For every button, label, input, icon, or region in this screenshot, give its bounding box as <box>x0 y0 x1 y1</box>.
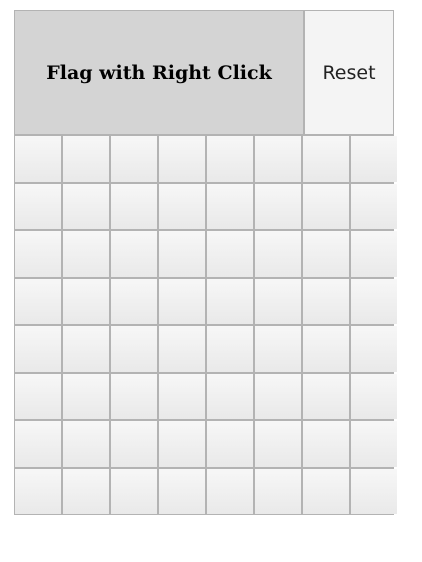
grid-cell[interactable] <box>15 326 61 372</box>
grid-cell[interactable] <box>303 373 349 419</box>
grid-cell[interactable] <box>63 468 109 514</box>
grid-cell[interactable] <box>111 373 157 419</box>
grid-cell[interactable] <box>63 278 109 324</box>
grid-cell[interactable] <box>255 136 301 182</box>
game-header: Flag with Right Click Reset <box>15 11 393 136</box>
grid-cell[interactable] <box>207 231 253 277</box>
grid-cell[interactable] <box>351 278 397 324</box>
grid-cell[interactable] <box>255 278 301 324</box>
grid-cell[interactable] <box>15 231 61 277</box>
grid-cell[interactable] <box>255 468 301 514</box>
grid-cell[interactable] <box>111 278 157 324</box>
grid-cell[interactable] <box>159 468 205 514</box>
grid-cell[interactable] <box>159 373 205 419</box>
grid-cell[interactable] <box>159 326 205 372</box>
grid-cell[interactable] <box>63 421 109 467</box>
grid-cell[interactable] <box>351 373 397 419</box>
grid-cell[interactable] <box>111 183 157 229</box>
grid-cell[interactable] <box>207 326 253 372</box>
grid-cell[interactable] <box>207 136 253 182</box>
grid-cell[interactable] <box>63 183 109 229</box>
grid-cell[interactable] <box>255 421 301 467</box>
grid-cell[interactable] <box>303 136 349 182</box>
grid-cell[interactable] <box>255 183 301 229</box>
grid-cell[interactable] <box>255 231 301 277</box>
grid-cell[interactable] <box>351 231 397 277</box>
grid-cell[interactable] <box>15 136 61 182</box>
grid-cell[interactable] <box>207 373 253 419</box>
grid-cell[interactable] <box>351 421 397 467</box>
grid-cell[interactable] <box>159 231 205 277</box>
grid-cell[interactable] <box>207 278 253 324</box>
grid-cell[interactable] <box>111 136 157 182</box>
reset-button[interactable]: Reset <box>303 11 393 134</box>
grid-cell[interactable] <box>303 183 349 229</box>
grid-cell[interactable] <box>207 421 253 467</box>
grid-cell[interactable] <box>159 183 205 229</box>
minesweeper-game: Flag with Right Click Reset <box>14 10 397 515</box>
grid-cell[interactable] <box>15 183 61 229</box>
grid-cell[interactable] <box>63 231 109 277</box>
grid-cell[interactable] <box>303 231 349 277</box>
grid-cell[interactable] <box>15 421 61 467</box>
grid-cell[interactable] <box>63 136 109 182</box>
grid-cell[interactable] <box>255 326 301 372</box>
grid-cell[interactable] <box>351 183 397 229</box>
grid-cell[interactable] <box>111 468 157 514</box>
grid-cell[interactable] <box>159 421 205 467</box>
grid-cell[interactable] <box>111 326 157 372</box>
grid-cell[interactable] <box>159 278 205 324</box>
grid-cell[interactable] <box>207 183 253 229</box>
grid-cell[interactable] <box>15 468 61 514</box>
game-title: Flag with Right Click <box>46 61 272 84</box>
grid-cell[interactable] <box>111 421 157 467</box>
grid-cell[interactable] <box>351 468 397 514</box>
grid-cell[interactable] <box>63 326 109 372</box>
grid-cell[interactable] <box>351 136 397 182</box>
mine-grid <box>15 136 397 514</box>
grid-cell[interactable] <box>63 373 109 419</box>
grid-cell[interactable] <box>111 231 157 277</box>
grid-cell[interactable] <box>15 373 61 419</box>
grid-cell[interactable] <box>207 468 253 514</box>
grid-cell[interactable] <box>255 373 301 419</box>
grid-cell[interactable] <box>303 421 349 467</box>
grid-cell[interactable] <box>15 278 61 324</box>
grid-cell[interactable] <box>303 326 349 372</box>
title-panel: Flag with Right Click <box>15 11 303 134</box>
grid-cell[interactable] <box>303 468 349 514</box>
grid-cell[interactable] <box>351 326 397 372</box>
grid-cell[interactable] <box>159 136 205 182</box>
grid-cell[interactable] <box>303 278 349 324</box>
